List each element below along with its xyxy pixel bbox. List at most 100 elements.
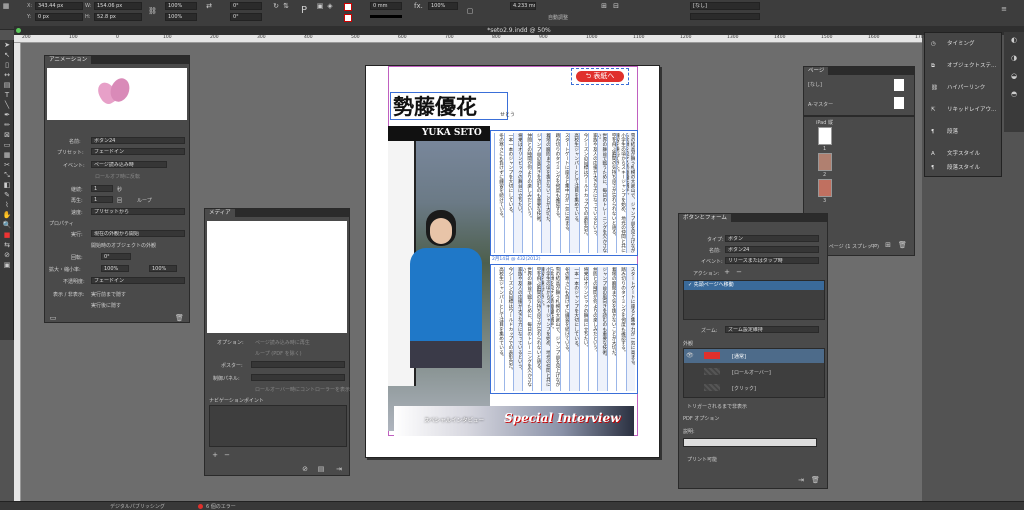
- rect-tool-icon[interactable]: ▭: [0, 140, 14, 150]
- export-icon[interactable]: ⇥: [335, 465, 343, 473]
- add-icon[interactable]: +: [211, 451, 219, 459]
- controller-select[interactable]: [251, 374, 345, 381]
- add-action-icon[interactable]: +: [723, 268, 731, 276]
- x-field[interactable]: 343.44 px: [35, 2, 83, 10]
- page-thumb-2[interactable]: [818, 153, 832, 171]
- link-url-icon[interactable]: ⊘: [301, 465, 309, 473]
- tab-animation[interactable]: アニメーション: [45, 56, 92, 64]
- nav-points-list[interactable]: [209, 405, 347, 447]
- h-field[interactable]: 52.8 px: [94, 13, 142, 21]
- document-tab[interactable]: *seto2.9.indd @ 50%: [14, 26, 1024, 35]
- tab-media[interactable]: メディア: [205, 209, 235, 217]
- fill-stroke-icon[interactable]: ■: [0, 230, 14, 240]
- menu-item-paragraph[interactable]: ¶ 段落: [925, 124, 1001, 140]
- selection-tool-icon[interactable]: ➤: [0, 40, 14, 50]
- menu-item-hyperlinks[interactable]: ⛓ ハイパーリンク: [925, 80, 1001, 96]
- constrain-icon[interactable]: ⇄: [205, 2, 213, 10]
- anim-name-field[interactable]: ボタン24: [91, 137, 185, 144]
- text-frame-bottom[interactable]: スタートゲートに座ると集中力が一気に高まる。 踏み切りのタイミングを何度も確認する…: [490, 264, 638, 394]
- scissors-tool-icon[interactable]: ✂: [0, 160, 14, 170]
- transform-tool-icon[interactable]: ⤡: [0, 170, 14, 180]
- fill-swatch-icon[interactable]: [344, 3, 352, 11]
- tab-pages[interactable]: ページ: [804, 67, 829, 75]
- panel-menu-icon[interactable]: ≡: [1000, 5, 1008, 13]
- action-item[interactable]: ✓ 先頭ページへ移動: [684, 281, 824, 290]
- anim-opacity-select[interactable]: フェードイン: [91, 277, 185, 284]
- strip-icon-1[interactable]: ◐: [1010, 36, 1018, 44]
- pencil-tool-icon[interactable]: ✏: [0, 120, 14, 130]
- state-rollover[interactable]: [ロールオーバー]: [684, 365, 824, 379]
- button-name-field[interactable]: ボタン24: [725, 246, 819, 253]
- fx-icon[interactable]: fx.: [414, 2, 423, 10]
- hidden-until-checkbox[interactable]: トリガーされるまで非表示: [687, 403, 747, 410]
- stroke-weight-field[interactable]: 0 mm: [370, 2, 402, 10]
- menu-item-object-states[interactable]: ⧉ オブジェクトステ...: [925, 58, 1001, 74]
- description-field[interactable]: [683, 438, 817, 447]
- strip-icon-3[interactable]: ◒: [1010, 72, 1018, 80]
- corner-field[interactable]: 4.233 mm: [510, 2, 536, 10]
- speed-select[interactable]: プリセットから: [91, 208, 185, 215]
- gradient-tool-icon[interactable]: ◧: [0, 180, 14, 190]
- fitting2-icon[interactable]: ⊟: [612, 2, 620, 10]
- error-count[interactable]: 6 個のエラー: [206, 503, 236, 510]
- animate-select[interactable]: 現在の外観から開始: [91, 230, 185, 237]
- pdf-options-toggle[interactable]: PDF オプション: [683, 415, 719, 422]
- remove-icon[interactable]: −: [223, 451, 231, 459]
- strip-icon-2[interactable]: ◑: [1010, 54, 1018, 62]
- none-master-thumb[interactable]: [894, 79, 904, 91]
- object-style-field[interactable]: [なし]: [690, 2, 760, 10]
- pen-tool-icon[interactable]: ✒: [0, 110, 14, 120]
- hide-until-checkbox[interactable]: 実行前まで隠す: [91, 291, 126, 298]
- delete-button-icon[interactable]: 🗑: [811, 476, 820, 484]
- fitting-icon[interactable]: ⊞: [600, 2, 608, 10]
- stroke-type-line[interactable]: [370, 15, 402, 18]
- page-tool-icon[interactable]: ▯: [0, 60, 14, 70]
- remove-action-icon[interactable]: −: [735, 268, 743, 276]
- type-select[interactable]: ボタン: [725, 235, 819, 242]
- stroke-style-field[interactable]: [690, 13, 760, 20]
- page-size-icon[interactable]: ▭: [870, 241, 878, 249]
- zoom-tool-icon[interactable]: 🔍: [0, 220, 14, 230]
- rect-frame-icon[interactable]: ⊠: [0, 130, 14, 140]
- opacity-field[interactable]: 100%: [428, 2, 458, 10]
- y-field[interactable]: 0 px: [35, 13, 83, 21]
- hand-tool-icon[interactable]: ✋: [0, 210, 14, 220]
- eyedropper-icon[interactable]: ⌇: [0, 200, 14, 210]
- screen-mode-icon[interactable]: ▣: [0, 260, 14, 270]
- gap-tool-icon[interactable]: ↔: [0, 70, 14, 80]
- reference-point-icon[interactable]: ▦: [2, 2, 10, 10]
- note-tool-icon[interactable]: ✎: [0, 190, 14, 200]
- preset-select[interactable]: フェードイン: [91, 148, 185, 155]
- place-icon[interactable]: ▤: [317, 465, 325, 473]
- page-thumb-1[interactable]: [818, 127, 832, 145]
- flip-icon[interactable]: ⇅: [282, 2, 290, 10]
- swap-icon[interactable]: ⇆: [0, 240, 14, 250]
- angle-field[interactable]: 0°: [230, 2, 262, 10]
- link-icon[interactable]: ⛓: [148, 7, 157, 15]
- rotate-icon[interactable]: ↻: [272, 2, 280, 10]
- loop-checkbox[interactable]: ループ: [137, 197, 152, 204]
- content-collector-icon[interactable]: ▤: [0, 80, 14, 90]
- table-tool-icon[interactable]: ▦: [0, 150, 14, 160]
- eye-icon[interactable]: 👁: [686, 352, 694, 359]
- workspace-label[interactable]: デジタルパブリッシング: [110, 503, 165, 510]
- a-master-thumb[interactable]: [894, 97, 904, 109]
- menu-item-para-styles[interactable]: ¶ 段落スタイル: [925, 160, 1001, 176]
- hide-after-checkbox[interactable]: 実行後に隠す: [91, 302, 121, 309]
- duration-field[interactable]: 1: [91, 185, 113, 192]
- preview-icon[interactable]: ▭: [49, 314, 57, 322]
- stroke-swatch-icon[interactable]: [344, 14, 352, 22]
- delete-page-icon[interactable]: 🗑: [898, 241, 907, 249]
- strip-icon-4[interactable]: ◓: [1010, 90, 1018, 98]
- scale-y-field[interactable]: 100%: [165, 13, 197, 21]
- scale-x-field[interactable]: 100%: [165, 2, 197, 10]
- shear-field[interactable]: 0°: [230, 13, 262, 21]
- new-page-icon[interactable]: ⊞: [884, 241, 892, 249]
- zoom-select[interactable]: ズーム設定維持: [725, 326, 819, 333]
- p-icon[interactable]: P: [300, 6, 308, 16]
- properties-toggle[interactable]: プロパティ: [49, 220, 74, 227]
- scale-w-field[interactable]: 100%: [101, 265, 129, 272]
- state-normal[interactable]: 👁 [通常]: [684, 349, 824, 363]
- return-to-cover-button[interactable]: ⮌ 表紙へ: [576, 71, 624, 82]
- type-tool-icon[interactable]: T: [0, 90, 14, 100]
